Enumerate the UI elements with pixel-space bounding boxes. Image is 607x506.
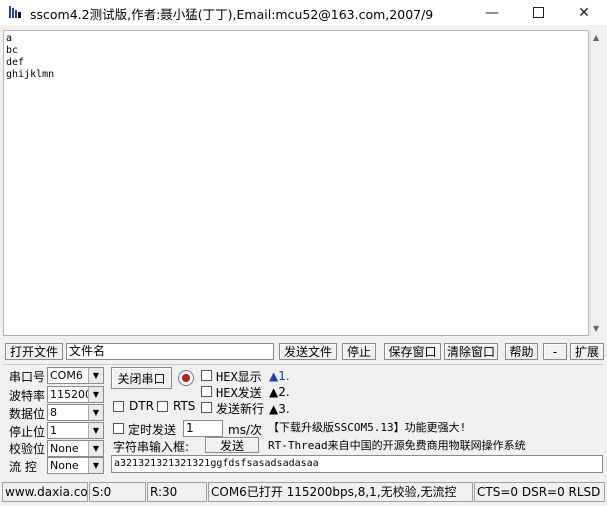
triangle-icon: ▲	[269, 385, 279, 399]
parity-select[interactable]: None ▼	[47, 440, 104, 457]
info-item-3[interactable]: ▲3.	[269, 402, 290, 416]
triangle-icon: ▲	[269, 402, 279, 416]
status-sent-count: S:0	[89, 482, 146, 502]
chevron-down-icon[interactable]: ▼	[88, 458, 103, 473]
close-port-button[interactable]: 关闭串口	[111, 367, 172, 389]
send-newline-label: 发送新行	[216, 402, 265, 416]
expand-button[interactable]: 扩展	[570, 343, 604, 360]
hex-send-label: HEX发送	[216, 386, 262, 400]
triangle-icon: ▲	[269, 369, 279, 383]
status-signals: CTS=0 DSR=0 RLSD	[474, 482, 605, 502]
minimize-button[interactable]: —	[469, 0, 515, 25]
upgrade-link[interactable]: 【下载升级版SSCOM5.13】功能更强大!	[268, 419, 466, 435]
send-button[interactable]: 发送	[205, 437, 259, 453]
interval-input[interactable]: 1	[183, 420, 223, 437]
chevron-down-icon[interactable]: ▼	[88, 387, 103, 402]
send-file-button[interactable]: 发送文件	[279, 343, 337, 360]
scroll-down-icon[interactable]: ▼	[593, 324, 599, 333]
collapse-button[interactable]: -	[543, 343, 567, 360]
status-website: www.daxia.cor	[2, 482, 88, 502]
send-text-input[interactable]: a321321321321321ggfdsfsasadsadasaa	[111, 455, 603, 473]
info-item-2[interactable]: ▲2.	[269, 385, 290, 399]
baud-label: 波特率	[9, 389, 46, 403]
status-port-state: COM6已打开 115200bps,8,1,无校验,无流控	[208, 482, 473, 502]
stop-button[interactable]: 停止	[342, 343, 376, 360]
save-window-button[interactable]: 保存窗口	[384, 343, 441, 360]
help-button[interactable]: 帮助	[505, 343, 538, 360]
send-newline-checkbox[interactable]	[201, 402, 212, 413]
divider	[3, 364, 603, 365]
flow-value: None	[50, 459, 79, 472]
window-title: sscom4.2测试版,作者:聂小猛(丁丁),Email:mcu52@163.c…	[30, 7, 434, 22]
vertical-scrollbar[interactable]: ▲ ▼	[590, 30, 604, 336]
stop-bits-label: 停止位	[9, 425, 46, 439]
led-icon	[182, 374, 190, 382]
clear-window-button[interactable]: 清除窗口	[444, 343, 498, 360]
data-bits-value: 8	[50, 406, 57, 419]
maximize-icon	[532, 7, 544, 18]
parity-label: 校验位	[9, 442, 46, 456]
rts-checkbox[interactable]	[157, 401, 168, 412]
timed-send-checkbox[interactable]	[113, 423, 124, 434]
baud-select[interactable]: 115200 ▼	[47, 386, 104, 403]
info-item-1[interactable]: ▲1.	[269, 369, 290, 383]
flow-label: 流 控	[9, 460, 37, 474]
port-select[interactable]: COM6 ▼	[47, 367, 104, 384]
receive-area[interactable]: a bc def ghijklmn	[3, 30, 589, 336]
rtthread-link[interactable]: RT-Thread来自中国的开源免费商用物联网操作系统	[268, 437, 526, 453]
close-icon: ✕	[578, 4, 590, 21]
chevron-down-icon[interactable]: ▼	[88, 405, 103, 420]
chevron-down-icon[interactable]: ▼	[88, 441, 103, 456]
baud-value: 115200	[50, 388, 92, 401]
flow-select[interactable]: None ▼	[47, 457, 104, 474]
parity-value: None	[50, 442, 79, 455]
status-received-count: R:30	[147, 482, 207, 502]
port-value: COM6	[50, 369, 83, 382]
dtr-label: DTR	[129, 399, 154, 413]
hex-display-label: HEX显示	[216, 370, 262, 384]
app-icon	[8, 5, 22, 19]
rts-label: RTS	[173, 399, 196, 413]
open-file-button[interactable]: 打开文件	[5, 343, 63, 360]
maximize-button[interactable]	[515, 0, 561, 25]
port-label: 串口号	[9, 370, 46, 384]
interval-unit: ms/次	[228, 423, 262, 437]
dtr-checkbox[interactable]	[113, 401, 124, 412]
close-button[interactable]: ✕	[561, 0, 607, 25]
filename-field[interactable]: 文件名	[66, 343, 274, 360]
hex-send-checkbox[interactable]	[201, 386, 212, 397]
minimize-icon: —	[485, 4, 499, 21]
hex-display-checkbox[interactable]	[201, 370, 212, 381]
port-led[interactable]	[178, 370, 194, 386]
chevron-down-icon[interactable]: ▼	[88, 423, 103, 438]
data-bits-label: 数据位	[9, 407, 46, 421]
chevron-down-icon[interactable]: ▼	[88, 368, 103, 383]
data-bits-select[interactable]: 8 ▼	[47, 404, 104, 421]
scroll-up-icon[interactable]: ▲	[593, 33, 599, 42]
timed-send-label: 定时发送	[128, 423, 177, 437]
stop-bits-value: 1	[50, 424, 57, 437]
input-label: 字符串输入框:	[113, 440, 190, 454]
stop-bits-select[interactable]: 1 ▼	[47, 422, 104, 439]
